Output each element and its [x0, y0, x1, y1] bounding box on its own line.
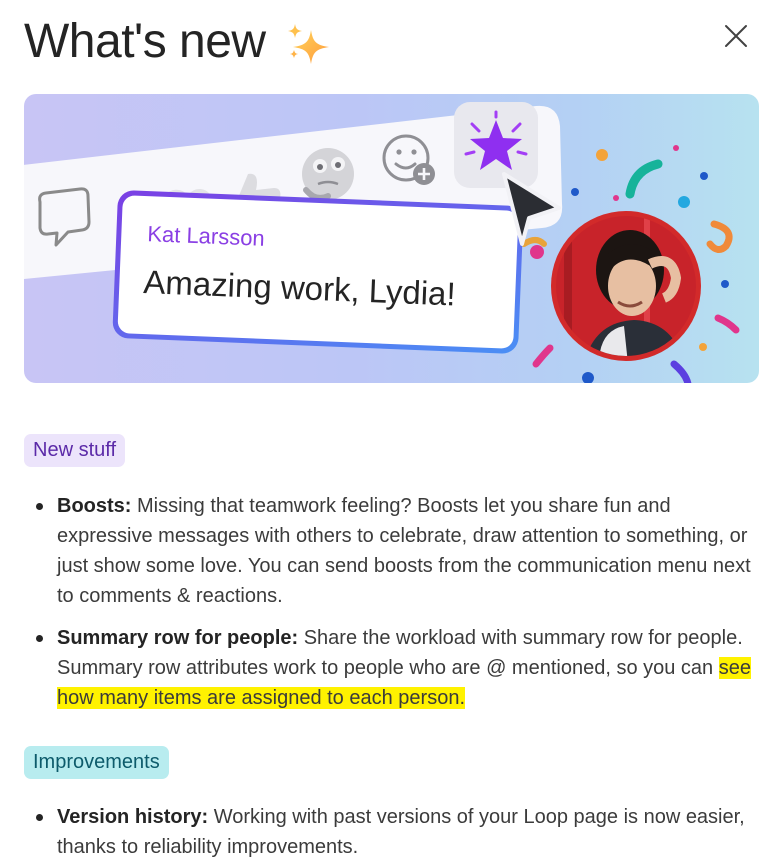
item-term: Boosts: [57, 495, 132, 517]
list-item-summary-row: Summary row for people: Share the worklo… [36, 623, 762, 713]
item-term: Version history: [57, 806, 209, 828]
close-icon[interactable] [722, 22, 750, 50]
new-stuff-tag: New stuff [24, 434, 125, 467]
boost-sender-name: Kat Larsson [147, 221, 265, 251]
list-item-version-history: Version history: Working with past versi… [36, 802, 762, 862]
improvements-tag: Improvements [24, 746, 169, 779]
list-item-boosts: Boosts: Missing that teamwork feeling? B… [36, 491, 762, 611]
item-text: Missing that teamwork feeling? Boosts le… [57, 495, 751, 607]
new-stuff-list: Boosts: Missing that teamwork feeling? B… [36, 491, 762, 713]
sparkle-icon [288, 24, 329, 64]
dialog-title: What's new [24, 15, 266, 68]
item-term: Summary row for people: [57, 627, 299, 649]
avatar [551, 211, 701, 361]
boost-message-card: Kat Larsson Amazing work, Lydia! [112, 190, 524, 354]
boost-illustration: Kat Larsson Amazing work, Lydia! [24, 102, 740, 383]
thinking-face-icon [302, 148, 354, 201]
improvements-list: Version history: Working with past versi… [36, 802, 762, 862]
hero-illustration: Kat Larsson Amazing work, Lydia! [24, 94, 759, 383]
